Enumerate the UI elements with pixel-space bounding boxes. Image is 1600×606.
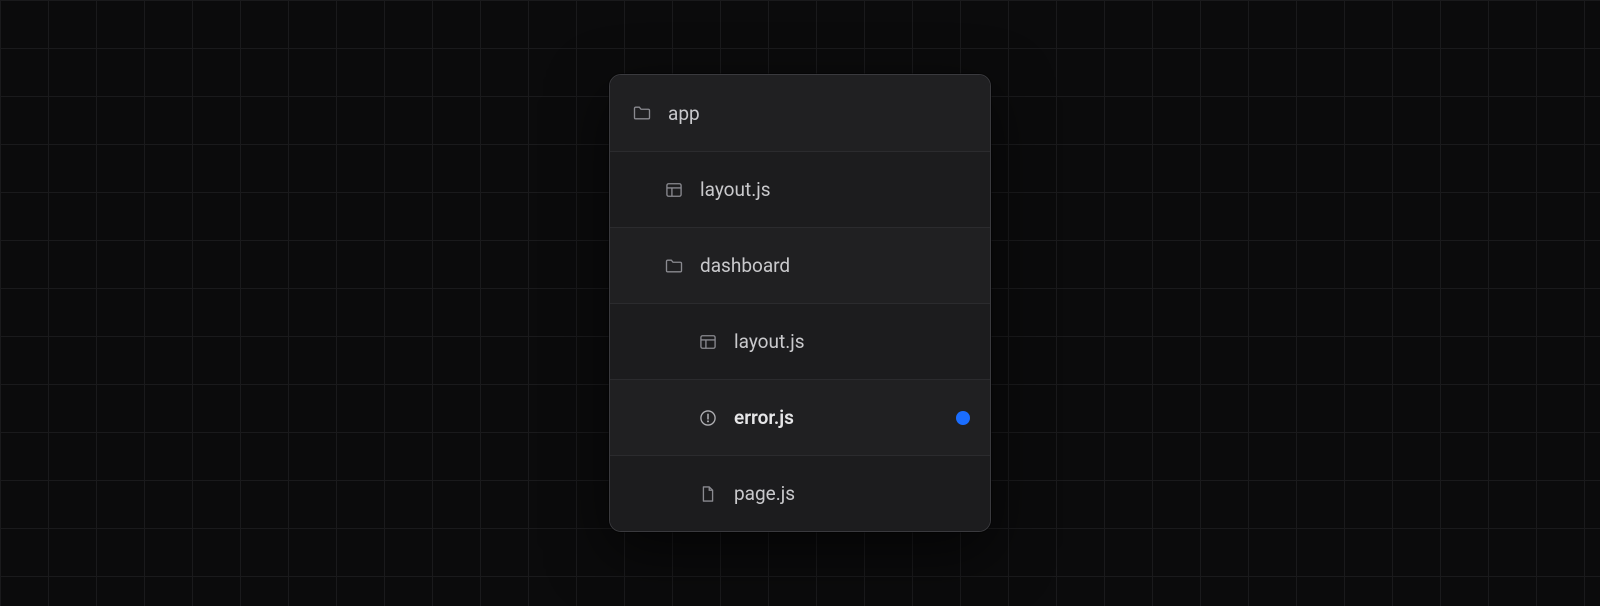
folder-icon bbox=[664, 256, 684, 276]
layout-icon bbox=[664, 180, 684, 200]
tree-row-label: page.js bbox=[734, 484, 795, 503]
tree-row-label: layout.js bbox=[734, 332, 805, 351]
layout-icon bbox=[698, 332, 718, 352]
tree-row-layout[interactable]: layout.js bbox=[610, 151, 990, 227]
tree-row-error[interactable]: error.js bbox=[610, 379, 990, 455]
tree-row-page[interactable]: page.js bbox=[610, 455, 990, 531]
folder-icon bbox=[632, 103, 652, 123]
tree-row-label: dashboard bbox=[700, 256, 790, 275]
file-tree-panel: app layout.js dashboard layout.js error.… bbox=[609, 74, 991, 532]
error-icon bbox=[698, 408, 718, 428]
tree-row-layout-nested[interactable]: layout.js bbox=[610, 303, 990, 379]
tree-row-label: error.js bbox=[734, 408, 794, 427]
tree-row-dashboard[interactable]: dashboard bbox=[610, 227, 990, 303]
tree-row-app[interactable]: app bbox=[610, 75, 990, 151]
tree-row-label: layout.js bbox=[700, 180, 771, 199]
tree-row-label: app bbox=[668, 104, 700, 123]
status-dot bbox=[956, 411, 970, 425]
page-icon bbox=[698, 484, 718, 504]
